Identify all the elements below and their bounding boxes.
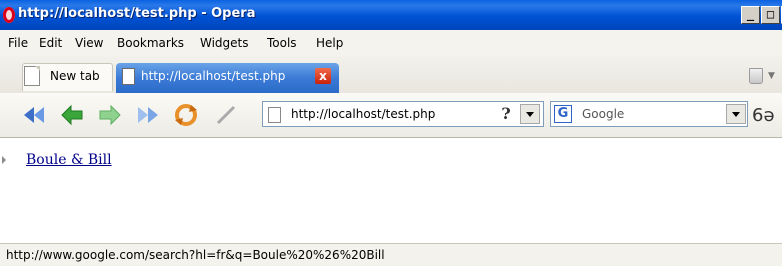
forward-icon[interactable] [98, 103, 122, 127]
search-placeholder: Google [582, 107, 625, 121]
fast-forward-icon[interactable] [136, 103, 160, 127]
panel-toggle-icon[interactable] [2, 156, 6, 164]
menu-edit[interactable]: Edit [39, 36, 62, 50]
trash-icon[interactable] [749, 68, 763, 84]
active-tab-label: http://localhost/test.php [141, 69, 286, 83]
boule-bill-link[interactable]: Boule & Bill [26, 152, 112, 168]
voice-icon[interactable]: 6ə [752, 105, 775, 126]
site-info-icon[interactable]: ? [496, 104, 516, 124]
opera-logo-icon [3, 7, 15, 23]
edit-icon[interactable] [214, 103, 238, 127]
navigation-toolbar: http://localhost/test.php ? G Google 6ə [0, 93, 782, 138]
menu-bookmarks[interactable]: Bookmarks [117, 36, 184, 50]
back-icon[interactable] [60, 103, 84, 127]
reload-icon[interactable] [174, 103, 198, 127]
menu-bar: File Edit View Bookmarks Widgets Tools H… [0, 30, 782, 56]
menu-widgets[interactable]: Widgets [200, 36, 249, 50]
page-icon [122, 68, 135, 85]
new-tab-button[interactable]: New tab [22, 63, 113, 91]
tab-active[interactable]: http://localhost/test.php x [116, 63, 339, 93]
trash-dropdown-icon[interactable]: ▼ [768, 71, 775, 81]
title-bar: http://localhost/test.php - Opera _ □ × [0, 0, 782, 30]
new-page-icon [24, 66, 40, 86]
status-text: http://www.google.com/search?hl=fr&q=Bou… [6, 248, 385, 262]
search-field[interactable]: G Google [550, 101, 748, 127]
address-url: http://localhost/test.php [291, 107, 436, 121]
minimize-button[interactable]: _ [741, 6, 760, 24]
maximize-button[interactable]: □ [761, 6, 780, 24]
menu-help[interactable]: Help [316, 36, 343, 50]
menu-file[interactable]: File [8, 36, 28, 50]
address-field[interactable]: http://localhost/test.php ? [262, 101, 544, 127]
status-bar: http://www.google.com/search?hl=fr&q=Bou… [0, 243, 782, 266]
address-dropdown-button[interactable] [520, 104, 540, 124]
new-tab-label: New tab [50, 69, 100, 83]
rewind-icon[interactable] [22, 103, 46, 127]
menu-view[interactable]: View [75, 36, 103, 50]
search-engine-dropdown-button[interactable] [726, 104, 746, 124]
window-title: http://localhost/test.php - Opera [18, 6, 256, 21]
menu-tools[interactable]: Tools [267, 36, 297, 50]
opera-window: http://localhost/test.php - Opera _ □ × … [0, 0, 782, 266]
google-icon[interactable]: G [554, 105, 572, 123]
tab-bar: New tab http://localhost/test.php x ▼ [0, 56, 782, 94]
close-tab-icon[interactable]: x [315, 68, 331, 84]
page-icon [268, 107, 281, 123]
page-content: Boule & Bill [0, 138, 782, 243]
